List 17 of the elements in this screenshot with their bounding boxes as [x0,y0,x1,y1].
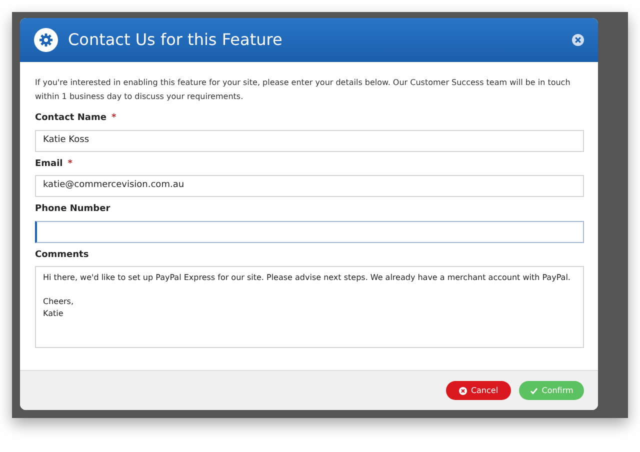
checkmark-icon [530,386,538,394]
input-field[interactable]: Katie Koss [35,130,584,152]
field-label: Email [35,158,63,170]
input-field[interactable]: katie@commercevision.com.au [35,175,584,197]
field-label: Comments [35,248,89,262]
required-mark: * [68,158,72,170]
field-label: Contact Name [35,112,106,125]
comments-textarea[interactable]: Hi there, we'd like to set up PayPal Express for our site. Please advise next steps. We already have a merchant account with PayPal. Cheers, Katie [35,266,584,348]
close-icon[interactable] [572,34,584,46]
dialog-title: Contact Us for this Feature [68,29,284,51]
cancel-button[interactable]: Cancel [446,381,511,400]
close-icon [458,386,467,394]
required-mark: * [111,112,116,125]
gear-icon [34,28,58,52]
input-field[interactable] [35,220,584,242]
field-label: Phone Number [35,203,110,216]
intro-text: If you're interested in enabling this feature for your site, please enter your details below. Our Customer Success team will be in touch within 1 business day to discuss your requirements. [35,77,572,103]
